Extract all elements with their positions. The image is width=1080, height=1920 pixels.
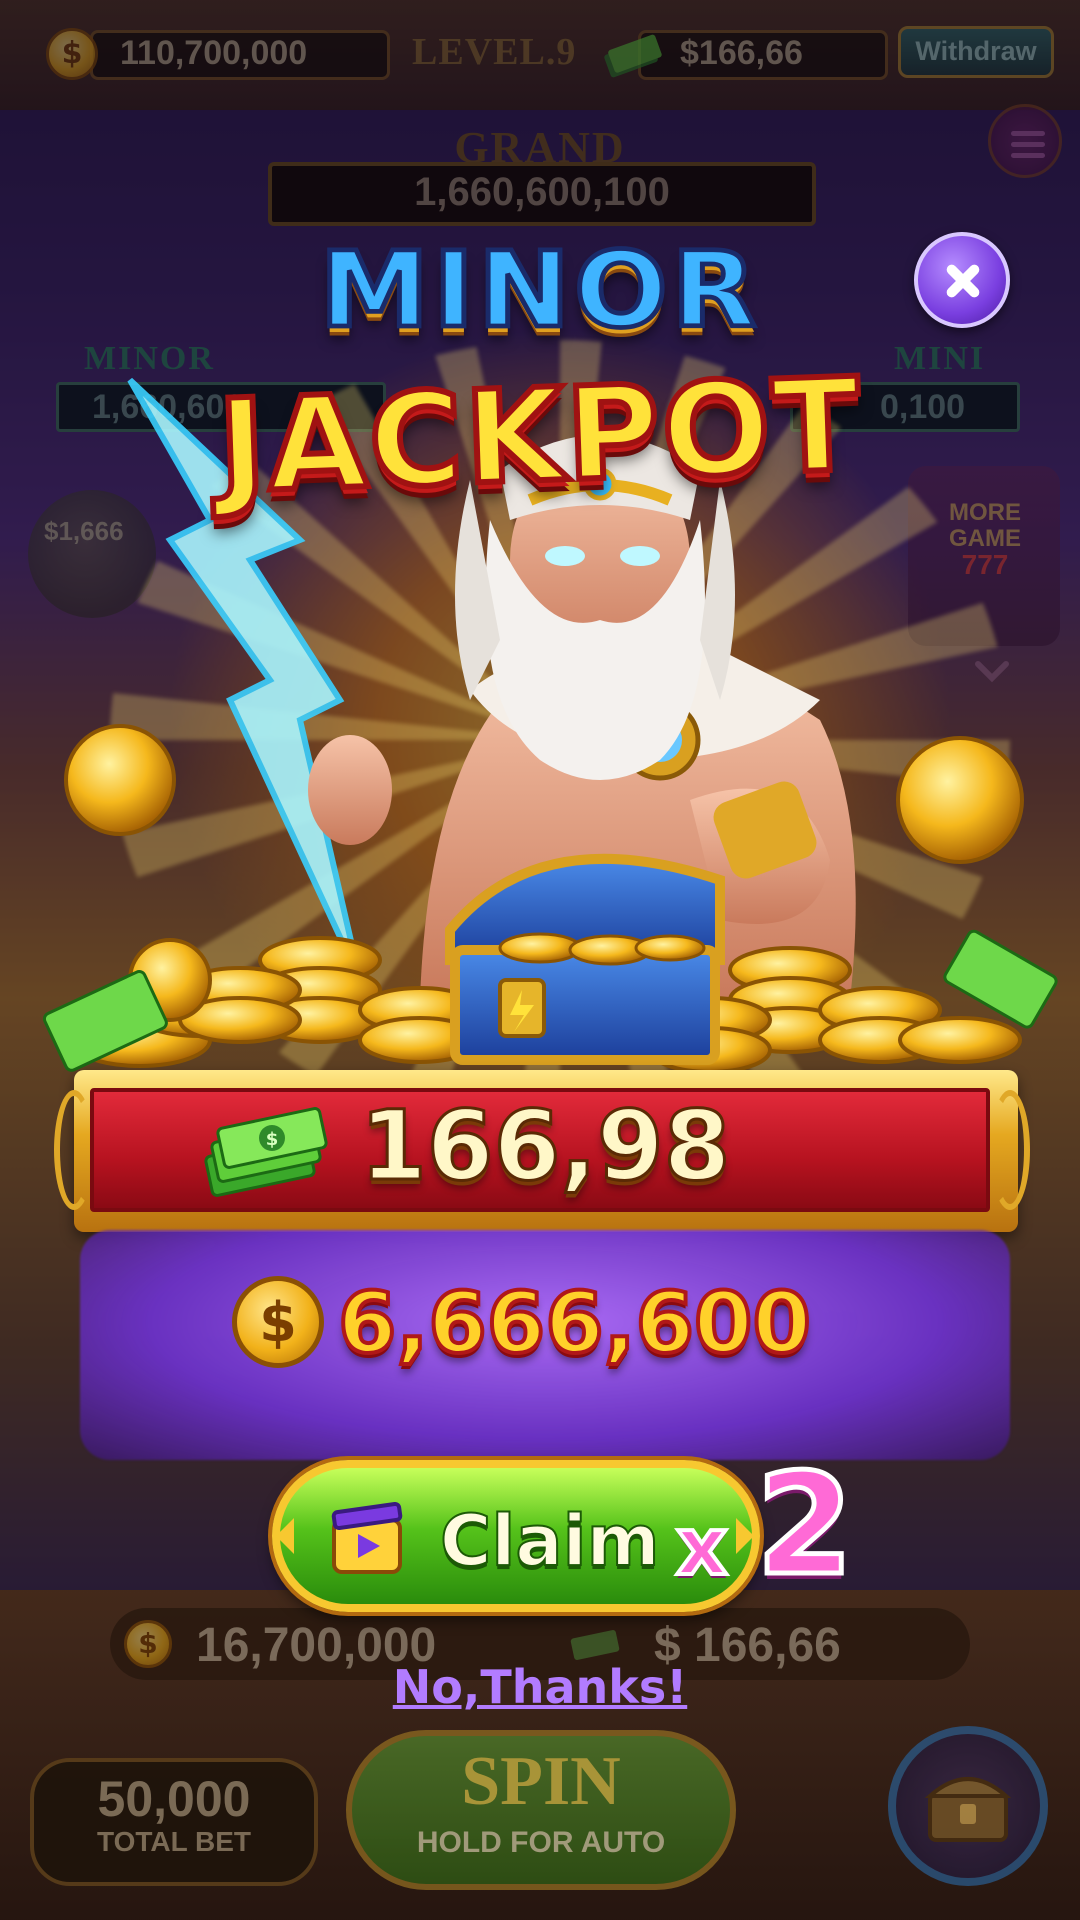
multiplier-value: 2: [753, 1442, 855, 1610]
treasure-chest-button[interactable]: [888, 1726, 1048, 1886]
cash-reward-amount: 166,98: [358, 1089, 731, 1204]
spin-label: SPIN: [461, 1743, 621, 1820]
total-bet-value: 50,000: [97, 1771, 251, 1827]
cash-stack-icon: [570, 1630, 620, 1660]
laurel-left: [54, 1090, 94, 1210]
no-thanks-link[interactable]: No,Thanks!: [0, 1660, 1080, 1714]
spin-hold-label: HOLD FOR AUTO: [416, 1826, 666, 1859]
treasure-chest-icon: [924, 1777, 1012, 1842]
coin-reward-amount: 6,666,600: [336, 1272, 813, 1374]
total-bet-label: TOTAL BET: [97, 1826, 251, 1857]
cash-stack-icon: $: [204, 1107, 328, 1197]
video-ad-icon: [331, 1502, 403, 1574]
laurel-right: [990, 1090, 1030, 1210]
svg-text:$: $: [266, 1129, 279, 1150]
jackpot-title-tier: MINOR: [317, 227, 761, 353]
coin-icon: $: [232, 1276, 324, 1368]
multiplier-x: x: [674, 1498, 730, 1595]
claim-label: Claim: [439, 1499, 661, 1583]
